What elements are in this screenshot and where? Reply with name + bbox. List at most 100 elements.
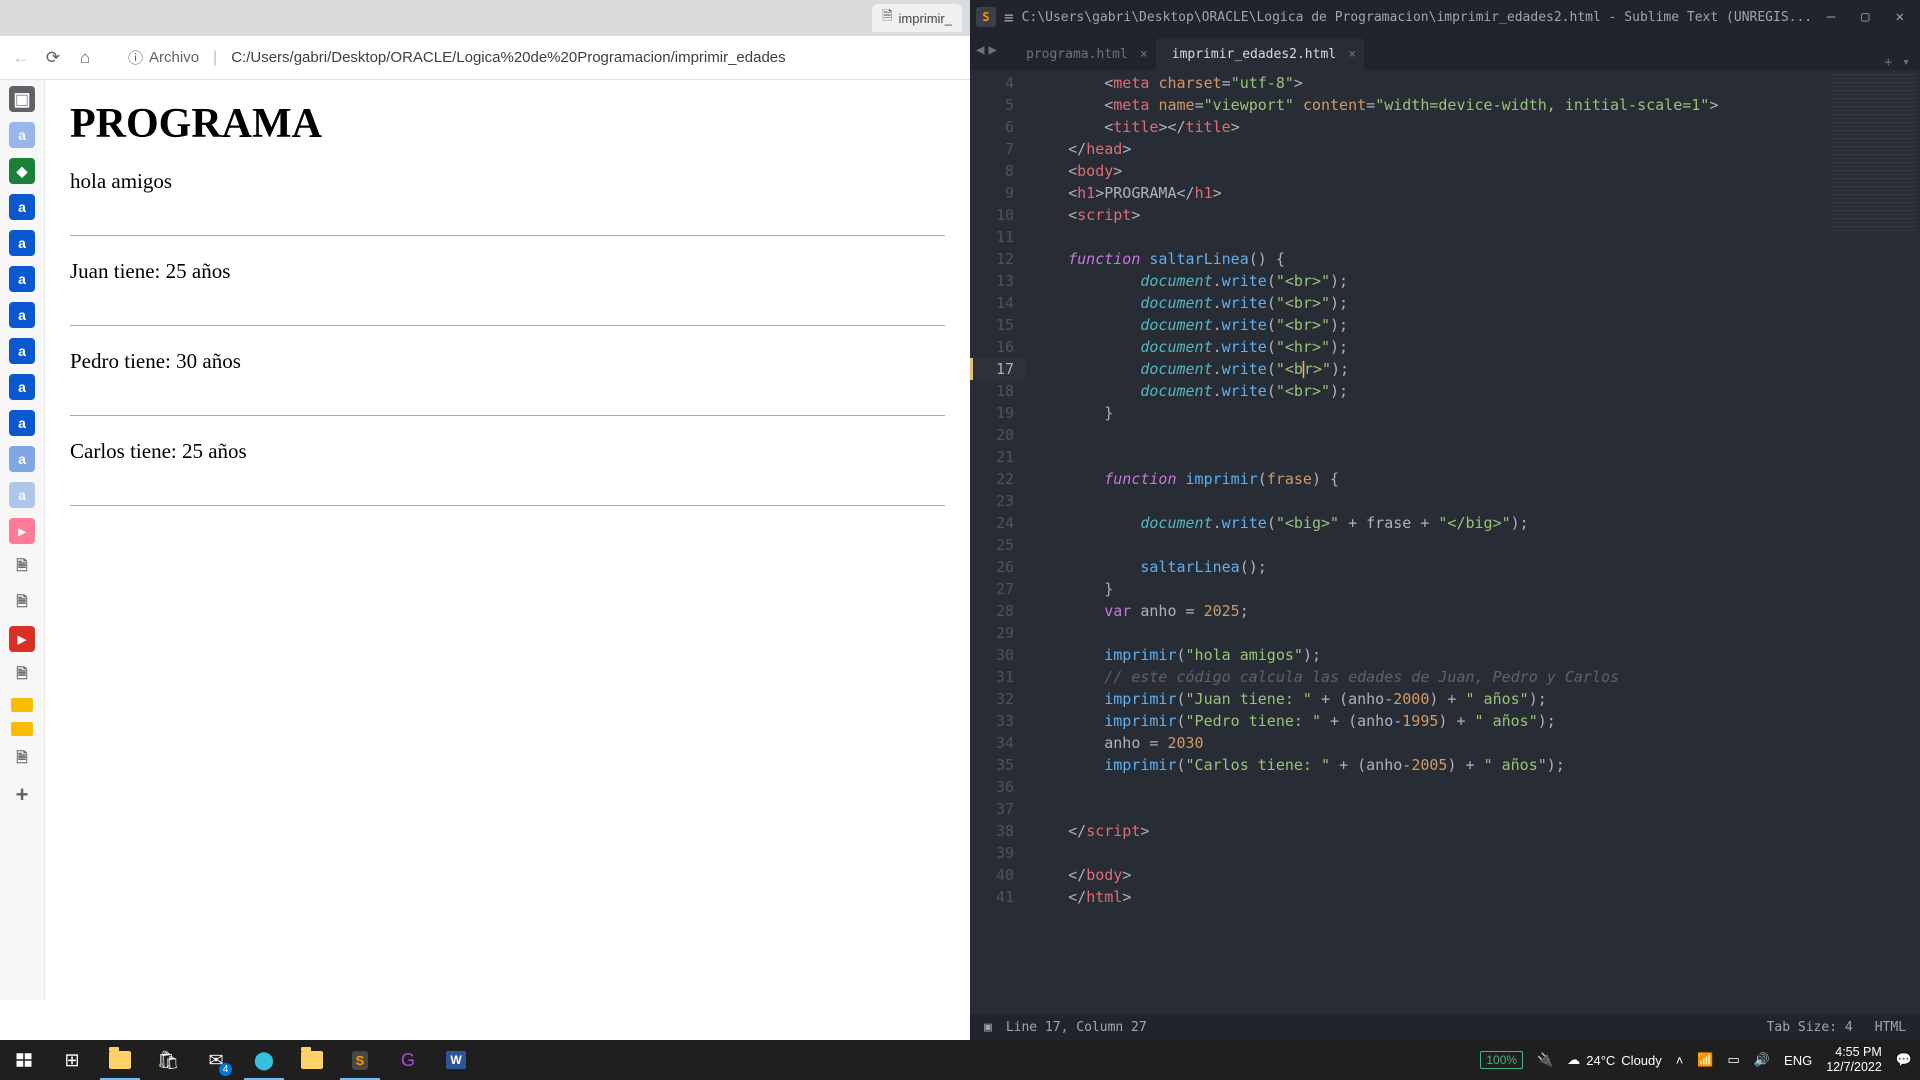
- code-line[interactable]: // este código calcula las edades de Jua…: [1032, 666, 1825, 688]
- editor-tab[interactable]: programa.html×: [1010, 38, 1156, 70]
- app-button[interactable]: G: [384, 1040, 432, 1080]
- nav-fwd-icon[interactable]: ▶: [988, 42, 996, 58]
- code-line[interactable]: document.write("<big>" + frase + "</big>…: [1032, 512, 1825, 534]
- folder-icon[interactable]: [11, 698, 33, 712]
- code-line[interactable]: [1032, 226, 1825, 248]
- code-line[interactable]: imprimir("hola amigos");: [1032, 644, 1825, 666]
- notifications-icon[interactable]: 💬: [1896, 1052, 1912, 1068]
- code-line[interactable]: document.write("<br>");: [1032, 270, 1825, 292]
- code-line[interactable]: document.write("<hr>");: [1032, 336, 1825, 358]
- sidebar-item[interactable]: ▸: [9, 518, 35, 544]
- tab-close-icon[interactable]: ×: [1348, 47, 1356, 62]
- sidebar-item[interactable]: a: [9, 482, 35, 508]
- code-line[interactable]: </head>: [1032, 138, 1825, 160]
- code-line[interactable]: anho = 2030: [1032, 732, 1825, 754]
- cast-icon[interactable]: ▭: [1728, 1052, 1740, 1068]
- info-icon[interactable]: ⓘ: [128, 47, 143, 68]
- folder-icon[interactable]: [11, 722, 33, 736]
- home-icon[interactable]: ⌂: [74, 47, 96, 69]
- tab-close-icon[interactable]: ×: [1140, 47, 1148, 62]
- code-editor[interactable]: 4567891011121314151617181920212223242526…: [970, 70, 1920, 1014]
- clock[interactable]: 4:55 PM 12/7/2022: [1826, 1045, 1882, 1075]
- explorer2-button[interactable]: [288, 1040, 336, 1080]
- edge-button[interactable]: ⬤: [240, 1040, 288, 1080]
- doc-icon[interactable]: 🗎: [9, 746, 35, 772]
- weather-widget[interactable]: ☁ 24°C Cloudy: [1567, 1052, 1662, 1068]
- reload-icon[interactable]: ⟳: [42, 47, 64, 69]
- close-icon[interactable]: ✕: [1896, 9, 1904, 25]
- maximize-icon[interactable]: ▢: [1861, 9, 1869, 25]
- sidebar-item[interactable]: a: [9, 122, 35, 148]
- sidebar-item[interactable]: a: [9, 338, 35, 364]
- code-line[interactable]: <meta name="viewport" content="width=dev…: [1032, 94, 1825, 116]
- code-line[interactable]: </script>: [1032, 820, 1825, 842]
- add-icon[interactable]: +: [9, 782, 35, 808]
- doc-icon[interactable]: 🗎: [9, 590, 35, 616]
- sidebar-item[interactable]: a: [9, 302, 35, 328]
- wifi-icon[interactable]: 📶: [1697, 1052, 1713, 1068]
- youtube-icon[interactable]: ▶: [9, 626, 35, 652]
- code-line[interactable]: [1032, 534, 1825, 556]
- new-tab-icon[interactable]: +: [1884, 55, 1892, 70]
- code-line[interactable]: <script>: [1032, 204, 1825, 226]
- taskview-button[interactable]: ⊞: [48, 1040, 96, 1080]
- sidebar-item[interactable]: a: [9, 410, 35, 436]
- chevron-up-icon[interactable]: ˄: [1676, 1053, 1684, 1068]
- code-area[interactable]: <meta charset="utf-8"> <meta name="viewp…: [1026, 70, 1825, 1014]
- code-line[interactable]: [1032, 842, 1825, 864]
- code-line[interactable]: }: [1032, 578, 1825, 600]
- back-icon[interactable]: ←: [10, 47, 32, 69]
- sidebar-item[interactable]: a: [9, 374, 35, 400]
- code-line[interactable]: function imprimir(frase) {: [1032, 468, 1825, 490]
- code-line[interactable]: document.write("<br>");: [1032, 380, 1825, 402]
- word-button[interactable]: W: [432, 1040, 480, 1080]
- code-line[interactable]: imprimir("Pedro tiene: " + (anho-1995) +…: [1032, 710, 1825, 732]
- code-line[interactable]: </html>: [1032, 886, 1825, 908]
- code-line[interactable]: [1032, 798, 1825, 820]
- code-line[interactable]: imprimir("Carlos tiene: " + (anho-2005) …: [1032, 754, 1825, 776]
- code-line[interactable]: document.write("<br>");: [1032, 292, 1825, 314]
- browser-tab[interactable]: 🗎 imprimir_: [872, 4, 962, 32]
- minimap[interactable]: [1825, 70, 1920, 1014]
- mail-button[interactable]: ✉4: [192, 1040, 240, 1080]
- code-line[interactable]: <meta charset="utf-8">: [1032, 72, 1825, 94]
- sublime-button[interactable]: S: [336, 1040, 384, 1080]
- minimize-icon[interactable]: —: [1827, 9, 1835, 25]
- code-line[interactable]: [1032, 424, 1825, 446]
- doc-icon[interactable]: 🗎: [9, 662, 35, 688]
- sidebar-item[interactable]: a: [9, 446, 35, 472]
- code-line[interactable]: document.write("<br>");: [1032, 358, 1825, 380]
- sublime-titlebar[interactable]: S ≡ C:\Users\gabri\Desktop\ORACLE\Logica…: [970, 0, 1920, 34]
- code-line[interactable]: imprimir("Juan tiene: " + (anho-2000) + …: [1032, 688, 1825, 710]
- volume-icon[interactable]: 🔊: [1754, 1052, 1770, 1068]
- explorer-button[interactable]: [96, 1040, 144, 1080]
- url-path[interactable]: C:/Users/gabri/Desktop/ORACLE/Logica%20d…: [231, 49, 785, 66]
- sidebar-item[interactable]: a: [9, 194, 35, 220]
- code-line[interactable]: </body>: [1032, 864, 1825, 886]
- code-line[interactable]: [1032, 776, 1825, 798]
- sidebar-item[interactable]: a: [9, 230, 35, 256]
- status-syntax[interactable]: HTML: [1875, 1020, 1906, 1035]
- battery-indicator[interactable]: 100%: [1480, 1051, 1523, 1069]
- status-tab-size[interactable]: Tab Size: 4: [1767, 1020, 1853, 1035]
- code-line[interactable]: [1032, 622, 1825, 644]
- code-line[interactable]: [1032, 446, 1825, 468]
- sidebar-item[interactable]: a: [9, 266, 35, 292]
- code-line[interactable]: <h1>PROGRAMA</h1>: [1032, 182, 1825, 204]
- outline-icon[interactable]: ▣: [984, 1020, 992, 1035]
- code-line[interactable]: var anho = 2025;: [1032, 600, 1825, 622]
- menu-icon[interactable]: ≡: [1004, 8, 1014, 27]
- start-button[interactable]: [0, 1040, 48, 1080]
- code-line[interactable]: <title></title>: [1032, 116, 1825, 138]
- language-indicator[interactable]: ENG: [1784, 1053, 1812, 1068]
- nav-back-icon[interactable]: ◀: [976, 42, 984, 58]
- tab-menu-icon[interactable]: ▾: [1902, 55, 1910, 70]
- code-line[interactable]: function saltarLinea() {: [1032, 248, 1825, 270]
- code-line[interactable]: }: [1032, 402, 1825, 424]
- code-line[interactable]: saltarLinea();: [1032, 556, 1825, 578]
- sidebar-collapse-icon[interactable]: ▣: [9, 86, 35, 112]
- code-line[interactable]: <body>: [1032, 160, 1825, 182]
- code-line[interactable]: [1032, 490, 1825, 512]
- doc-icon[interactable]: 🗎: [9, 554, 35, 580]
- editor-tab[interactable]: imprimir_edades2.html×: [1156, 38, 1364, 70]
